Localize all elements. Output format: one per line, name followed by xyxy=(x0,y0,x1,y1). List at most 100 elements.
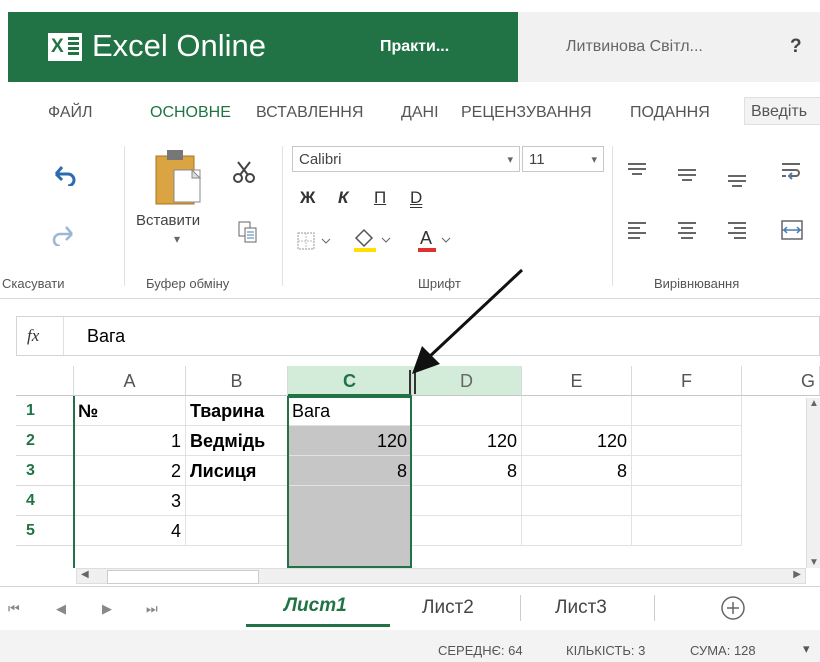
scroll-down-icon[interactable]: ▼ xyxy=(809,557,819,568)
help-button[interactable]: ? xyxy=(790,36,802,58)
cell-e1[interactable] xyxy=(522,396,632,426)
cell-e5[interactable] xyxy=(522,516,632,546)
font-name-select[interactable]: Calibri ▾ xyxy=(292,146,520,172)
cell-f3[interactable] xyxy=(632,456,742,486)
status-menu-chevron-icon[interactable]: ▾ xyxy=(803,641,810,657)
status-count: КІЛЬКІСТЬ: 3 xyxy=(566,643,646,658)
cell-a5[interactable]: 4 xyxy=(74,516,186,546)
cell-b3[interactable]: Лисиця xyxy=(186,456,288,486)
status-bar: СЕРЕДНЄ: 64 КІЛЬКІСТЬ: 3 СУМА: 128 ▾ xyxy=(0,630,820,662)
divider xyxy=(63,317,64,355)
cell-e3[interactable]: 8 xyxy=(522,456,632,486)
row-header-divider xyxy=(73,396,75,568)
cell-b2[interactable]: Ведмідь xyxy=(186,426,288,456)
undo-group-label: Скасувати xyxy=(2,276,65,291)
cell-e4[interactable] xyxy=(522,486,632,516)
tab-file[interactable]: ФАЙЛ xyxy=(48,104,92,122)
paste-icon[interactable] xyxy=(150,146,206,206)
cell-b1[interactable]: Тварина xyxy=(186,396,288,426)
paste-dropdown-icon[interactable]: ▾ xyxy=(174,232,180,246)
font-color-icon[interactable]: A xyxy=(416,226,456,254)
row-header-4[interactable]: 4 xyxy=(16,486,74,516)
document-name[interactable]: Практи... xyxy=(380,38,449,56)
divider xyxy=(282,146,283,286)
merge-center-icon[interactable] xyxy=(780,218,804,242)
tab-review[interactable]: РЕЦЕНЗУВАННЯ xyxy=(461,104,592,122)
row-header-1[interactable]: 1 xyxy=(16,396,74,426)
fx-icon[interactable]: fx xyxy=(27,326,39,346)
fill-color-icon[interactable] xyxy=(350,226,394,254)
formula-input[interactable]: Вага xyxy=(87,326,125,347)
divider xyxy=(520,595,521,621)
status-average: СЕРЕДНЄ: 64 xyxy=(438,643,523,658)
underline-button[interactable]: П xyxy=(374,188,386,208)
last-sheet-icon[interactable]: ⏭ xyxy=(146,601,158,617)
cell-d4[interactable] xyxy=(412,486,522,516)
horizontal-scrollbar[interactable]: ◀ ▶ xyxy=(76,568,806,584)
first-sheet-icon[interactable]: ⏮ xyxy=(8,601,20,617)
paste-label[interactable]: Вставити xyxy=(136,212,200,229)
chevron-down-icon: ▾ xyxy=(507,154,513,166)
cell-a3[interactable]: 2 xyxy=(74,456,186,486)
scroll-right-icon[interactable]: ▶ xyxy=(793,569,801,580)
vertical-alignment-icons[interactable] xyxy=(624,158,754,188)
tab-sheet-3[interactable]: Лист3 xyxy=(555,597,607,619)
svg-text:A: A xyxy=(420,228,432,248)
add-sheet-icon[interactable] xyxy=(720,595,746,621)
cell-f4[interactable] xyxy=(632,486,742,516)
font-size-value: 11 xyxy=(529,151,545,168)
cut-icon[interactable] xyxy=(232,160,256,184)
scroll-left-icon[interactable]: ◀ xyxy=(81,569,89,580)
cell-d3[interactable]: 8 xyxy=(412,456,522,486)
column-header-c[interactable]: C xyxy=(288,366,412,396)
tab-view[interactable]: ПОДАННЯ xyxy=(630,104,710,122)
tab-insert[interactable]: ВСТАВЛЕННЯ xyxy=(256,104,363,122)
cell-d1[interactable] xyxy=(412,396,522,426)
cell-d5[interactable] xyxy=(412,516,522,546)
cell-f2[interactable] xyxy=(632,426,742,456)
column-header-e[interactable]: E xyxy=(522,366,632,396)
scroll-up-icon[interactable]: ▲ xyxy=(809,398,819,409)
italic-button[interactable]: К xyxy=(338,188,348,208)
row-header-3[interactable]: 3 xyxy=(16,456,74,486)
cell-b4[interactable] xyxy=(186,486,288,516)
scroll-thumb[interactable] xyxy=(107,570,259,584)
redo-icon[interactable] xyxy=(50,222,80,246)
cell-d2[interactable]: 120 xyxy=(412,426,522,456)
cell-c3[interactable]: 8 xyxy=(288,456,412,486)
cell-c1[interactable]: Вага xyxy=(288,396,412,426)
user-name[interactable]: Литвинова Світл... xyxy=(566,38,703,56)
font-size-select[interactable]: 11 ▾ xyxy=(522,146,604,172)
tab-home[interactable]: ОСНОВНЕ xyxy=(150,104,231,122)
vertical-scrollbar[interactable]: ▲ ▼ xyxy=(806,398,820,568)
bold-button[interactable]: Ж xyxy=(300,188,315,208)
row-header-5[interactable]: 5 xyxy=(16,516,74,546)
cell-a4[interactable]: 3 xyxy=(74,486,186,516)
copy-icon[interactable] xyxy=(236,220,260,244)
horizontal-alignment-icons[interactable] xyxy=(624,218,754,242)
cell-b5[interactable] xyxy=(186,516,288,546)
column-header-a[interactable]: A xyxy=(74,366,186,396)
row-header-2[interactable]: 2 xyxy=(16,426,74,456)
tab-sheet-1[interactable]: Лист1 xyxy=(246,587,390,627)
chevron-down-icon: ▾ xyxy=(591,154,597,166)
cell-a1[interactable]: № xyxy=(74,396,186,426)
cell-e2[interactable]: 120 xyxy=(522,426,632,456)
cell-c2[interactable]: 120 xyxy=(288,426,412,456)
borders-icon[interactable] xyxy=(296,230,336,252)
select-all-corner[interactable] xyxy=(16,366,74,396)
column-header-f[interactable]: F xyxy=(632,366,742,396)
double-underline-button[interactable]: D xyxy=(410,188,422,208)
undo-icon[interactable] xyxy=(48,162,78,186)
cell-f1[interactable] xyxy=(632,396,742,426)
column-header-b[interactable]: B xyxy=(186,366,288,396)
tell-me-input[interactable]: Введіть xyxy=(744,97,820,125)
next-sheet-icon[interactable]: ▶ xyxy=(102,601,112,617)
previous-sheet-icon[interactable]: ◀ xyxy=(56,601,66,617)
cell-f5[interactable] xyxy=(632,516,742,546)
column-header-g[interactable]: G xyxy=(742,366,820,396)
wrap-text-icon[interactable] xyxy=(780,160,804,184)
cell-a2[interactable]: 1 xyxy=(74,426,186,456)
tab-data[interactable]: ДАНІ xyxy=(401,104,439,122)
tab-sheet-2[interactable]: Лист2 xyxy=(422,597,474,619)
